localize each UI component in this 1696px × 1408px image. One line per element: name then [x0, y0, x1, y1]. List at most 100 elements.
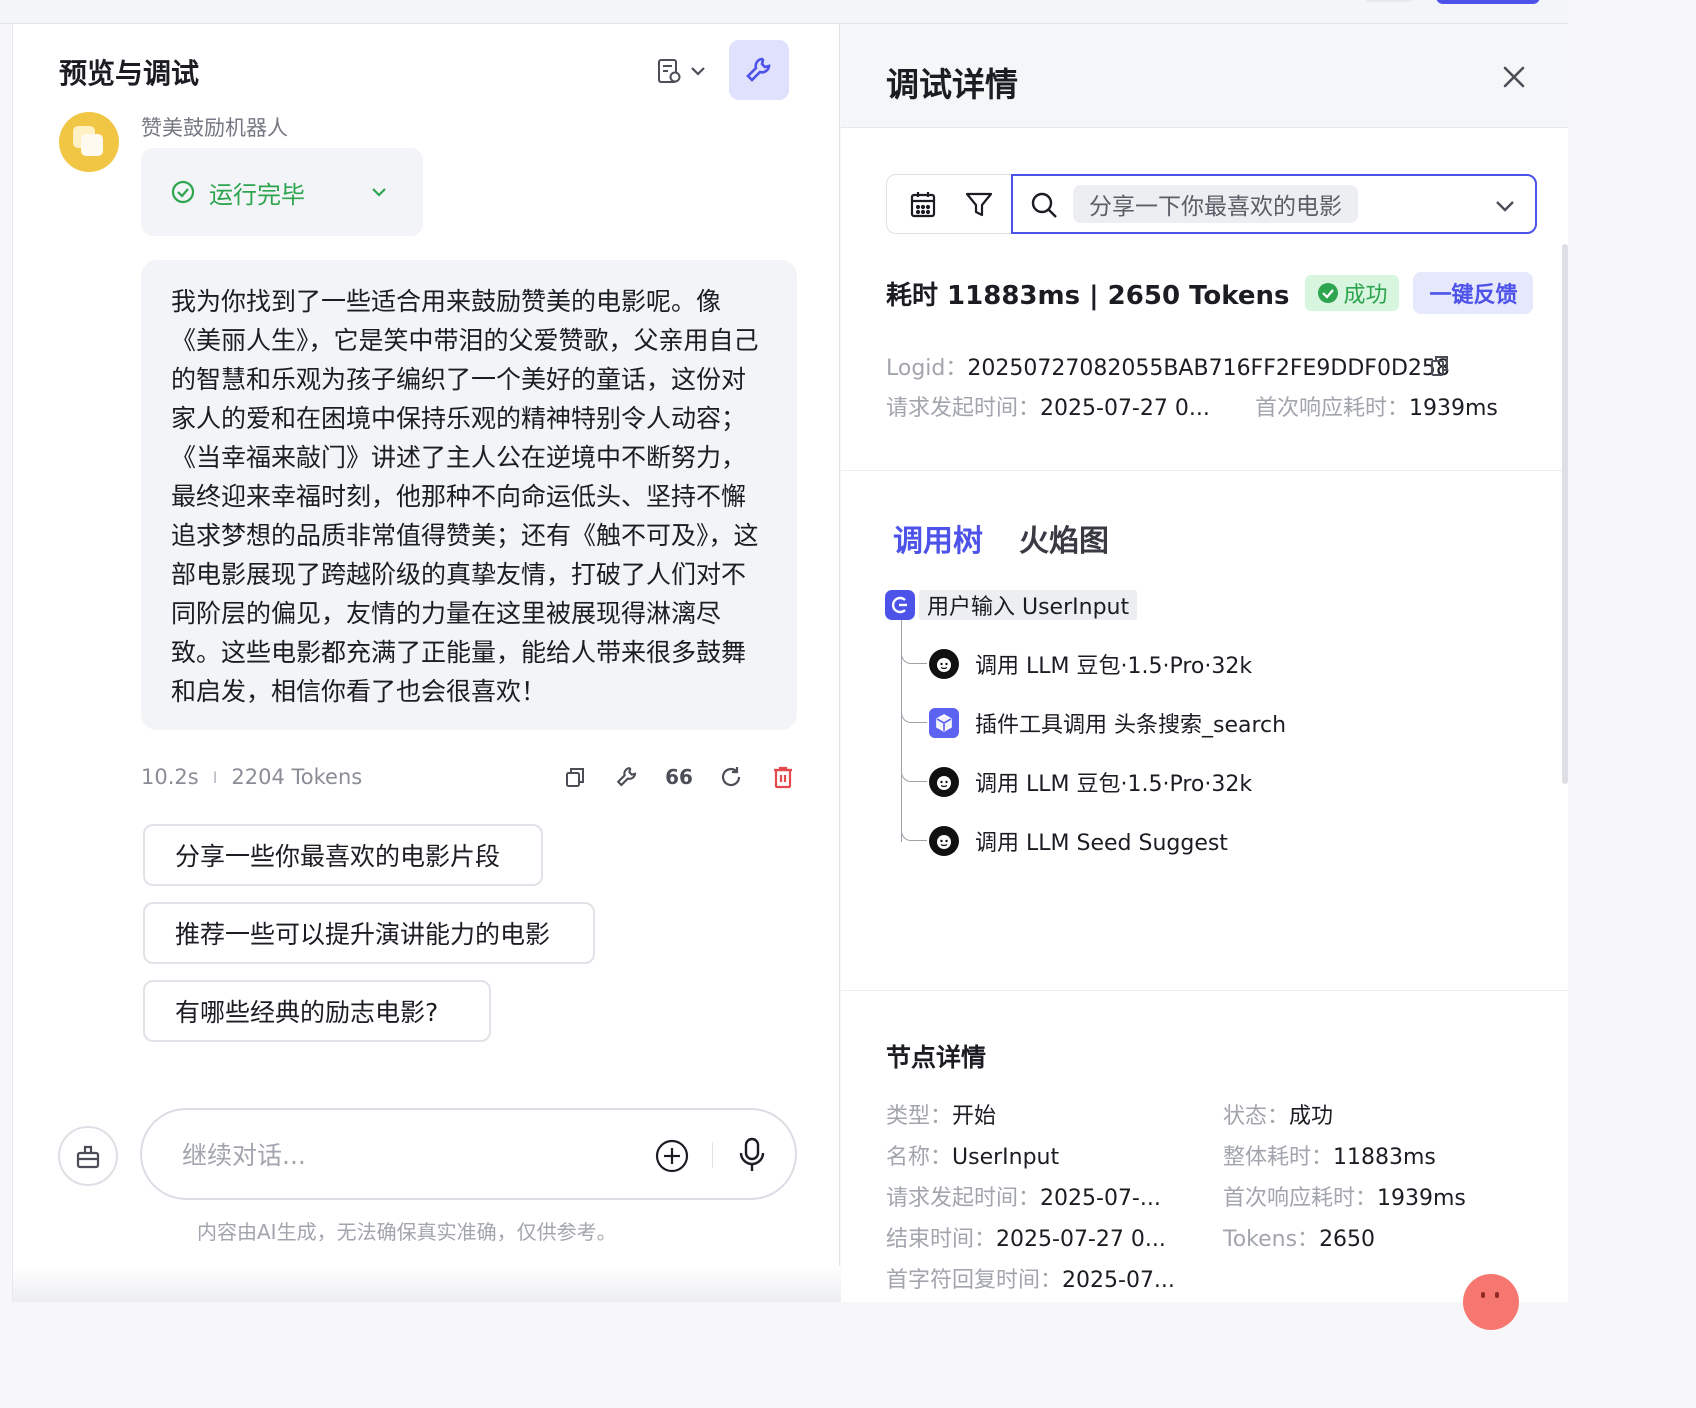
- logid-value: 20250727082055BAB716FF2FE9DDF0D258: [967, 356, 1450, 381]
- wrench-icon: [616, 767, 637, 787]
- detail-value: 1939ms: [1377, 1186, 1466, 1211]
- quote-button[interactable]: 66: [665, 763, 693, 791]
- detail-label: Tokens：: [1223, 1227, 1320, 1252]
- message-duration: 10.2s: [141, 765, 199, 789]
- chat-input[interactable]: [182, 1136, 622, 1174]
- ai-disclaimer: 内容由AI生成，无法确保真实准确，仅供参考。: [197, 1220, 617, 1244]
- request-time-label: 请求发起时间：: [886, 396, 1041, 421]
- delete-button[interactable]: [769, 763, 797, 791]
- debug-view-dropdown[interactable]: [649, 56, 713, 86]
- section-divider: [841, 990, 1568, 991]
- filter-icon[interactable]: [963, 189, 995, 221]
- wrench-icon: [746, 57, 771, 82]
- tree-node-llm[interactable]: 调用 LLM Seed Suggest: [929, 825, 1228, 857]
- copy-button[interactable]: [561, 763, 589, 791]
- debug-tool-button[interactable]: [729, 40, 789, 100]
- debug-details-panel: 调试详情 分享一下你最喜欢的电影 耗时 11883ms | 2650 Token…: [841, 24, 1568, 1330]
- tree-node-plugin[interactable]: 插件工具调用 头条搜索_search: [929, 707, 1286, 739]
- detail-label: 首字符回复时间：: [886, 1268, 1063, 1293]
- suggestion-chip[interactable]: 有哪些经典的励志电影?: [143, 980, 491, 1042]
- assistant-mascot-icon[interactable]: [1463, 1274, 1519, 1330]
- detail-value: 2025-07...: [1062, 1268, 1175, 1293]
- tree-node-llm[interactable]: 调用 LLM 豆包·1.5·Pro·32k: [929, 648, 1252, 680]
- tab-call-tree[interactable]: 调用树: [893, 516, 983, 560]
- tree-root-node[interactable]: 用户输入 UserInput: [885, 590, 1138, 620]
- copy-icon[interactable]: [1429, 354, 1451, 378]
- clear-chat-button[interactable]: [58, 1126, 118, 1186]
- scrollbar[interactable]: [1562, 244, 1568, 784]
- first-response-row: 首次响应耗时：1939ms: [1255, 390, 1498, 422]
- trace-search-select[interactable]: 分享一下你最喜欢的电影: [1011, 174, 1537, 234]
- microphone-icon[interactable]: [736, 1136, 768, 1174]
- suggestion-chip[interactable]: 推荐一些可以提升演讲能力的电影: [143, 902, 595, 964]
- suggestion-chip[interactable]: 分享一些你最喜欢的电影片段: [143, 824, 543, 886]
- tree-node-label: 插件工具调用 头条搜索_search: [975, 713, 1287, 738]
- chat-input-box[interactable]: [140, 1108, 797, 1200]
- bot-name: 赞美鼓励机器人: [141, 116, 288, 140]
- request-time-row: 请求发起时间：2025-07-27 0...: [886, 390, 1210, 422]
- message-actions: 66: [561, 762, 797, 792]
- add-attachment-icon[interactable]: [654, 1138, 690, 1174]
- tree-node-label: 调用 LLM 豆包·1.5·Pro·32k: [975, 654, 1253, 679]
- detail-value: 11883ms: [1333, 1145, 1436, 1170]
- message-tokens: 2204 Tokens: [231, 765, 363, 789]
- node-details-title: 节点详情: [886, 1043, 987, 1072]
- input-divider: [712, 1142, 713, 1168]
- top-bar-primary-button[interactable]: [1436, 0, 1540, 4]
- top-bar-button[interactable]: [1364, 0, 1414, 2]
- tree-connector: [901, 709, 927, 723]
- section-divider: [841, 470, 1568, 471]
- detail-label: 状态：: [1223, 1104, 1290, 1129]
- request-time-value: 2025-07-27 0...: [1040, 396, 1210, 421]
- check-circle-filled-icon: [1318, 283, 1339, 303]
- run-status-card[interactable]: 运行完毕: [141, 148, 423, 236]
- search-icon: [1031, 192, 1057, 218]
- detail-type: 类型：开始: [886, 1098, 996, 1130]
- details-title: 调试详情: [886, 65, 1018, 104]
- detail-first-char-time: 首字符回复时间：2025-07...: [886, 1262, 1175, 1294]
- user-input-icon: [885, 590, 915, 620]
- bottom-fade: [13, 1266, 841, 1302]
- detail-first-response: 首次响应耗时：1939ms: [1223, 1180, 1466, 1212]
- broom-icon: [76, 1145, 100, 1169]
- logid-label: Logid：: [886, 356, 968, 381]
- first-response-label: 首次响应耗时：: [1255, 396, 1410, 421]
- bot-avatar: [59, 112, 119, 172]
- detail-value: 2650: [1319, 1227, 1376, 1252]
- detail-value: 开始: [952, 1104, 997, 1129]
- detail-label: 名称：: [886, 1145, 953, 1170]
- detail-status: 状态：成功: [1223, 1098, 1333, 1130]
- tree-connector: [901, 768, 927, 782]
- tab-flame-graph[interactable]: 火焰图: [1019, 516, 1109, 560]
- tree-node-llm[interactable]: 调用 LLM 豆包·1.5·Pro·32k: [929, 766, 1252, 798]
- detail-name: 名称：UserInput: [886, 1139, 1059, 1171]
- tree-connector: [901, 650, 927, 664]
- feedback-button[interactable]: 一键反馈: [1413, 272, 1534, 314]
- details-header: 调试详情: [841, 24, 1568, 128]
- detail-label: 类型：: [886, 1104, 953, 1129]
- chevron-down-icon: [1496, 201, 1514, 212]
- regenerate-button[interactable]: [717, 763, 745, 791]
- detail-request-time: 请求发起时间：2025-07-...: [886, 1180, 1161, 1212]
- trash-icon: [774, 766, 792, 789]
- detail-label: 结束时间：: [886, 1227, 997, 1252]
- close-icon[interactable]: [1499, 62, 1529, 92]
- detail-label: 首次响应耗时：: [1223, 1186, 1378, 1211]
- quote-icon: 66: [665, 765, 693, 789]
- tree-node-label: 调用 LLM 豆包·1.5·Pro·32k: [975, 772, 1253, 797]
- calendar-icon[interactable]: [907, 189, 939, 221]
- llm-icon: [929, 826, 959, 856]
- tree-root-label: 用户输入 UserInput: [919, 590, 1138, 620]
- chevron-down-icon: [372, 188, 386, 197]
- detail-label: 整体耗时：: [1223, 1145, 1334, 1170]
- tree-connector: [901, 827, 927, 841]
- debug-message-button[interactable]: [613, 763, 641, 791]
- panel-title: 预览与调试: [59, 57, 200, 90]
- search-query-chip: 分享一下你最喜欢的电影: [1073, 185, 1358, 223]
- first-response-value: 1939ms: [1409, 396, 1498, 421]
- detail-end-time: 结束时间：2025-07-27 0...: [886, 1221, 1166, 1253]
- trace-toolbar: 分享一下你最喜欢的电影: [886, 174, 1537, 234]
- llm-icon: [929, 767, 959, 797]
- meta-separator: I: [212, 767, 218, 787]
- detail-value: 2025-07-...: [1040, 1186, 1161, 1211]
